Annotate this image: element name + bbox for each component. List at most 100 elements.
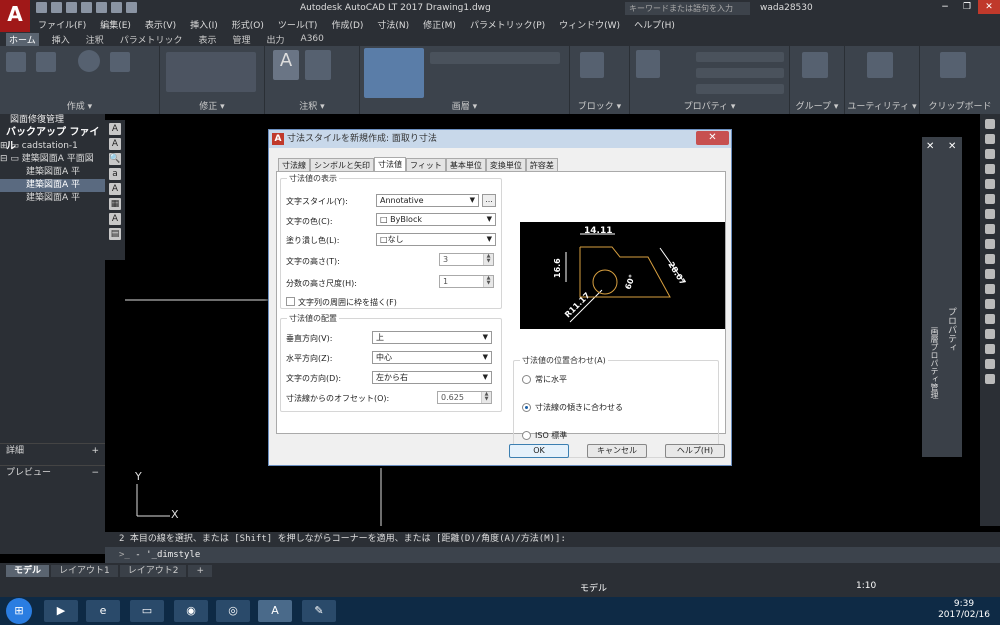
tool-icon[interactable] [985,269,995,279]
save-icon[interactable] [66,2,77,13]
close-icon[interactable]: ✕ [978,0,1000,14]
lineweight-dropdown[interactable] [696,84,784,94]
panel-title[interactable]: 画層 ▾ [360,99,569,112]
measure-icon[interactable] [867,52,893,78]
panel-title[interactable]: ユーティリティ ▾ [845,99,919,112]
help-button[interactable]: ヘルプ(H) [665,444,725,458]
restore-icon[interactable]: ❐ [956,0,978,14]
paste-icon[interactable] [940,52,966,78]
horizontal-dropdown[interactable]: 中心 ▼ [372,351,492,364]
fraction-scale-input[interactable]: 1 ▲ ▼ [439,275,494,288]
menu-draw[interactable]: 作成(D) [331,18,363,31]
match-properties-icon[interactable] [636,50,660,78]
tool-icon[interactable] [985,224,995,234]
close-icon[interactable]: ✕ [926,141,934,152]
text-edit-icon[interactable]: A [109,138,121,150]
tree-item[interactable]: ⊟ ▭ 建築図面A 平面図 [0,153,105,166]
menu-view[interactable]: 表示(V) [145,18,176,31]
panel-title[interactable]: 作成 ▾ [0,99,159,112]
tab-layout1[interactable]: レイアウト1 [51,565,118,577]
text-style-icon[interactable]: A [109,183,121,195]
scale-text-icon[interactable]: ▤ [109,228,121,240]
help-search-input[interactable]: キーワードまたは語句を入力 [625,2,750,15]
user-account[interactable]: wada28530 [760,3,813,13]
tab-lines[interactable]: 寸法線 [278,158,310,171]
line-icon[interactable] [6,52,26,72]
app-icon[interactable]: ◎ [216,600,250,622]
menu-parametric[interactable]: パラメトリック(P) [470,18,545,31]
arc-icon[interactable] [110,52,130,72]
tool-icon[interactable] [985,299,995,309]
file-explorer-icon[interactable]: ▭ [130,600,164,622]
tool-icon[interactable] [985,359,995,369]
find-icon[interactable]: 🔍 [109,153,121,165]
palette-tab-properties[interactable]: プロパティ [944,307,958,352]
tool-icon[interactable] [985,374,995,384]
tree-item[interactable]: ⊞ ▭ cadstation-1 [0,140,105,153]
tool-icon[interactable] [985,119,995,129]
text-style-browse-button[interactable]: ... [482,194,496,207]
tab-alternate-units[interactable]: 変換単位 [485,158,526,171]
view-direction-dropdown[interactable]: 左から右 ▼ [372,371,492,384]
color-dropdown[interactable] [696,52,784,62]
tab-fit[interactable]: フィット [406,158,446,171]
spell-icon[interactable]: a [109,168,121,180]
field-icon[interactable]: A [109,213,121,225]
save-as-icon[interactable] [81,2,92,13]
panel-title[interactable]: プロパティ ▾ [630,99,789,112]
close-icon[interactable]: ✕ [948,141,956,152]
media-player-icon[interactable]: ▶ [44,600,78,622]
radio-horizontal[interactable] [522,375,531,384]
tool-icon[interactable] [985,254,995,264]
annotation-scale[interactable]: 1:10 [856,581,876,591]
modify-tools[interactable] [166,52,256,92]
tab-output[interactable]: 出力 [264,33,288,46]
linetype-dropdown[interactable] [696,68,784,78]
dialog-close-button[interactable]: ✕ [696,131,729,145]
panel-title[interactable]: 注釈 ▾ [265,99,359,112]
circle-icon[interactable] [78,50,100,72]
radio-iso[interactable] [522,431,531,440]
tree-item[interactable]: 建築図面A 平 [0,166,105,179]
tab-primary-units[interactable]: 基本単位 [445,158,486,171]
vertical-dropdown[interactable]: 上 ▼ [372,331,492,344]
undo-icon[interactable] [111,2,122,13]
print-icon[interactable] [96,2,107,13]
menu-format[interactable]: 形式(O) [232,18,264,31]
menu-file[interactable]: ファイル(F) [38,18,86,31]
menu-help[interactable]: ヘルプ(H) [634,18,675,31]
panel-title[interactable]: ブロック ▾ [570,99,629,112]
tab-insert[interactable]: 挿入 [49,33,73,46]
menu-tools[interactable]: ツール(T) [278,18,318,31]
new-file-icon[interactable] [36,2,47,13]
cancel-button[interactable]: キャンセル [587,444,647,458]
insert-block-icon[interactable] [580,52,604,78]
panel-title[interactable]: クリップボード [920,99,1000,112]
polyline-icon[interactable] [36,52,56,72]
tab-tolerances[interactable]: 許容差 [525,158,558,171]
tree-item[interactable]: 建築図面A 平 [0,192,105,205]
tab-annotate[interactable]: 注釈 [83,33,107,46]
tab-parametric[interactable]: パラメトリック [117,33,186,46]
text-height-input[interactable]: 3 ▲ ▼ [439,253,494,266]
command-input[interactable]: >_ - '_dimstyle [105,547,1000,563]
start-button[interactable]: ⊞ [6,598,32,624]
menu-insert[interactable]: 挿入(I) [190,18,218,31]
text-style-dropdown[interactable]: Annotative ▼ [376,194,479,207]
tree-item-selected[interactable]: 建築図面A 平 [0,179,105,192]
ie-browser-icon[interactable]: e [86,600,120,622]
table-icon[interactable]: ▦ [109,198,121,210]
layer-properties-icon[interactable] [364,48,424,98]
tab-symbols-arrows[interactable]: シンボルと矢印 [310,158,374,171]
tab-text[interactable]: 寸法値 [374,157,406,171]
tab-view[interactable]: 表示 [196,33,220,46]
tool-icon[interactable] [985,134,995,144]
text-icon[interactable]: A [273,50,299,80]
tool-icon[interactable] [985,314,995,324]
menu-edit[interactable]: 編集(E) [100,18,131,31]
preview-section[interactable]: プレビュー − [0,465,105,479]
system-clock[interactable]: 9:39 2017/02/16 [930,599,998,621]
radio-aligned[interactable] [522,403,531,412]
fill-color-dropdown[interactable]: □なし ▼ [376,233,496,246]
tool-icon[interactable] [985,209,995,219]
